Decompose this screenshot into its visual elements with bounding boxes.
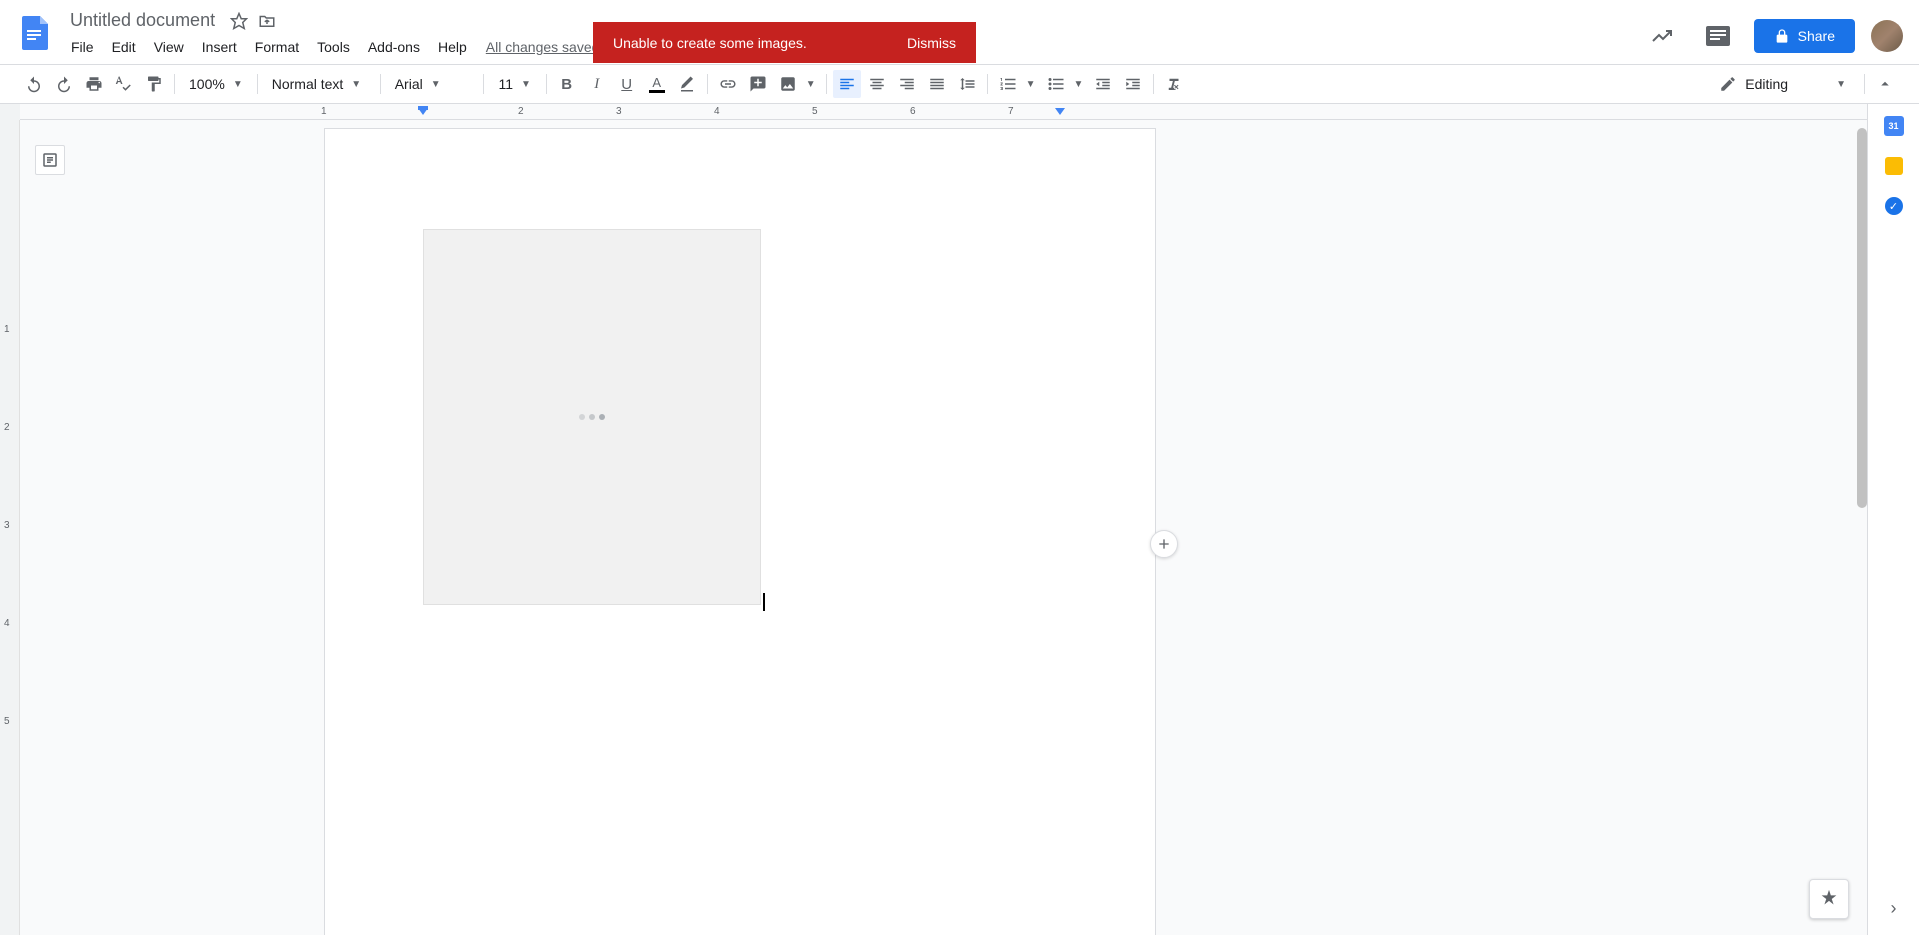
explore-button[interactable]: [1809, 879, 1849, 919]
menu-addons[interactable]: Add-ons: [361, 35, 427, 59]
menu-tools[interactable]: Tools: [310, 35, 357, 59]
drive-status[interactable]: All changes saved: [478, 35, 608, 59]
image-placeholder[interactable]: [423, 229, 761, 605]
clear-formatting-button[interactable]: [1160, 70, 1188, 98]
separator: [546, 74, 547, 94]
separator: [380, 74, 381, 94]
header-actions: Share: [1642, 16, 1903, 56]
editor-area: 1 2 3 4 5: [0, 120, 1867, 935]
chevron-down-icon: ▼: [1070, 79, 1088, 90]
indent-increase-button[interactable]: [1119, 70, 1147, 98]
chevron-down-icon: ▼: [1836, 79, 1846, 90]
align-justify-button[interactable]: [923, 70, 951, 98]
separator: [987, 74, 988, 94]
share-button[interactable]: Share: [1754, 19, 1855, 53]
ruler-corner: [0, 104, 20, 120]
separator: [707, 74, 708, 94]
loading-indicator-icon: [579, 414, 605, 420]
separator: [174, 74, 175, 94]
side-panel: 31 ✓ ›: [1867, 104, 1919, 935]
format-paint-button[interactable]: [140, 70, 168, 98]
explore-icon: [1818, 888, 1840, 910]
text-color-button[interactable]: A: [643, 70, 671, 98]
align-right-button[interactable]: [893, 70, 921, 98]
zoom-select[interactable]: 100%▼: [181, 70, 251, 98]
chevron-down-icon: ▼: [233, 79, 243, 90]
chevron-down-icon: ▼: [802, 79, 820, 90]
separator: [257, 74, 258, 94]
user-avatar[interactable]: [1871, 20, 1903, 52]
menu-help[interactable]: Help: [431, 35, 474, 59]
bold-button[interactable]: B: [553, 70, 581, 98]
add-comment-button[interactable]: [744, 70, 772, 98]
italic-button[interactable]: I: [583, 70, 611, 98]
print-button[interactable]: [80, 70, 108, 98]
redo-button[interactable]: [50, 70, 78, 98]
font-select[interactable]: Arial▼: [387, 70, 477, 98]
chevron-down-icon: ▼: [1022, 79, 1040, 90]
line-spacing-button[interactable]: [953, 70, 981, 98]
calendar-app-icon[interactable]: 31: [1884, 116, 1904, 136]
indent-decrease-button[interactable]: [1089, 70, 1117, 98]
dismiss-button[interactable]: Dismiss: [907, 35, 956, 51]
comments-icon[interactable]: [1698, 16, 1738, 56]
move-to-folder-icon[interactable]: [257, 11, 277, 31]
expand-sidepanel-button[interactable]: ›: [1891, 898, 1897, 919]
editing-mode-label: Editing: [1745, 76, 1788, 92]
vertical-ruler[interactable]: 1 2 3 4 5: [0, 120, 20, 935]
separator: [483, 74, 484, 94]
pencil-icon: [1719, 75, 1737, 93]
error-message: Unable to create some images.: [613, 35, 807, 51]
align-left-button[interactable]: [833, 70, 861, 98]
star-icon[interactable]: [229, 11, 249, 31]
docs-logo[interactable]: [16, 12, 56, 52]
menu-edit[interactable]: Edit: [105, 35, 143, 59]
lock-icon: [1774, 28, 1790, 44]
separator: [1153, 74, 1154, 94]
font-size-select[interactable]: 11▼: [490, 70, 540, 98]
highlight-button[interactable]: [673, 70, 701, 98]
document-scroll-area[interactable]: [20, 120, 1867, 935]
add-comment-bubble[interactable]: [1150, 530, 1178, 558]
separator: [826, 74, 827, 94]
separator: [1864, 74, 1865, 94]
document-title[interactable]: Untitled document: [64, 8, 221, 33]
chevron-down-icon: ▼: [521, 79, 531, 90]
numbered-list-button[interactable]: ▼: [994, 70, 1040, 98]
plus-icon: [1156, 536, 1172, 552]
menu-view[interactable]: View: [147, 35, 191, 59]
document-outline-button[interactable]: [35, 145, 65, 175]
align-center-button[interactable]: [863, 70, 891, 98]
spellcheck-button[interactable]: [110, 70, 138, 98]
editing-mode-select[interactable]: Editing ▼: [1707, 75, 1858, 93]
error-banner: Unable to create some images. Dismiss: [593, 22, 976, 63]
horizontal-ruler[interactable]: 1 2 3 4 5 6 7: [0, 104, 1919, 120]
style-select[interactable]: Normal text▼: [264, 70, 374, 98]
text-cursor: [763, 593, 765, 611]
insert-image-button[interactable]: ▼: [774, 70, 820, 98]
menu-insert[interactable]: Insert: [195, 35, 244, 59]
link-button[interactable]: [714, 70, 742, 98]
vertical-scrollbar[interactable]: [1857, 128, 1867, 508]
keep-app-icon[interactable]: [1884, 156, 1904, 176]
ruler-first-line-indent[interactable]: [418, 108, 428, 116]
chevron-down-icon: ▼: [431, 79, 441, 90]
undo-button[interactable]: [20, 70, 48, 98]
toolbar: 100%▼ Normal text▼ Arial▼ 11▼ B I U A ▼ …: [0, 64, 1919, 104]
bulleted-list-button[interactable]: ▼: [1042, 70, 1088, 98]
share-label: Share: [1798, 28, 1835, 44]
activity-icon[interactable]: [1642, 16, 1682, 56]
document-page[interactable]: [324, 128, 1156, 935]
ruler-right-indent[interactable]: [1055, 108, 1065, 116]
tasks-app-icon[interactable]: ✓: [1884, 196, 1904, 216]
menu-file[interactable]: File: [64, 35, 101, 59]
collapse-toolbar-button[interactable]: [1871, 70, 1899, 98]
menu-format[interactable]: Format: [248, 35, 306, 59]
underline-button[interactable]: U: [613, 70, 641, 98]
chevron-down-icon: ▼: [351, 79, 361, 90]
